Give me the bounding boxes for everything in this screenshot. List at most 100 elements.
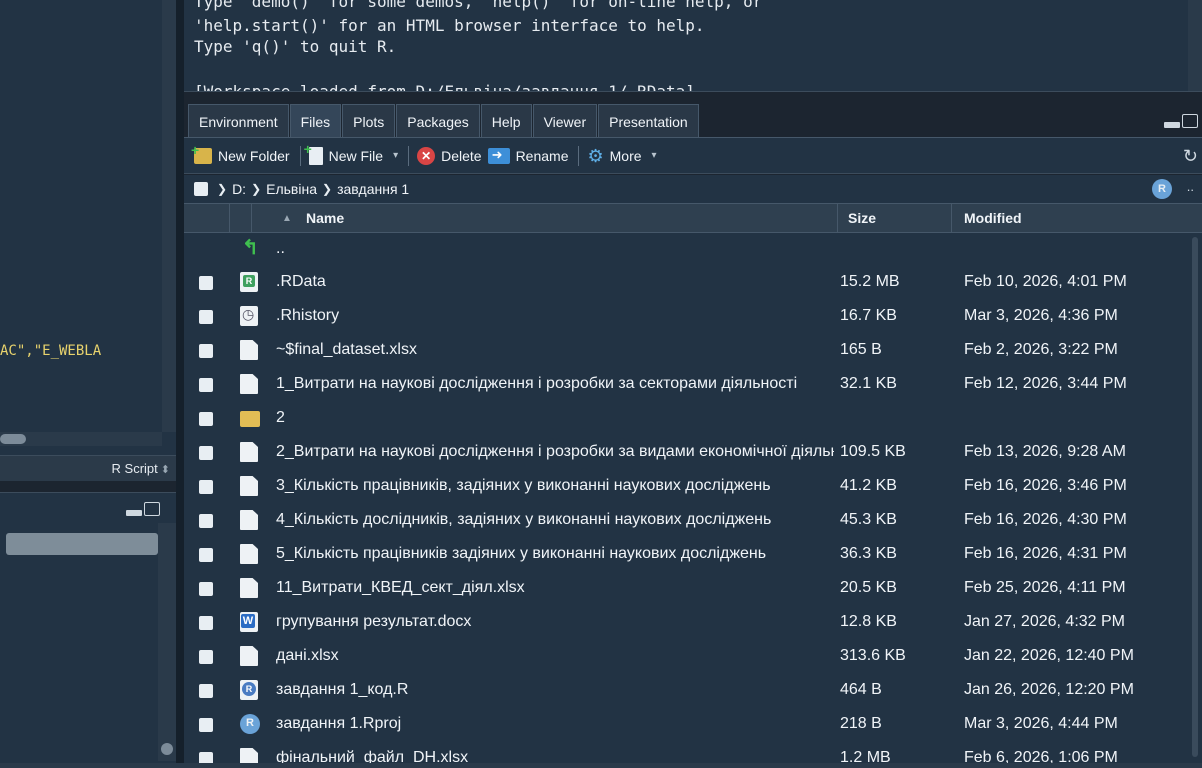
breadcrumb-folder[interactable]: завдання 1 xyxy=(337,181,409,197)
new-file-button[interactable]: New File ▾ xyxy=(304,141,405,169)
file-modified: Feb 2, 2026, 3:22 PM xyxy=(964,341,1118,358)
file-modified: Jan 26, 2026, 12:20 PM xyxy=(964,681,1134,698)
file-size: 464 B xyxy=(840,681,882,698)
row-checkbox[interactable] xyxy=(199,344,213,358)
file-row[interactable]: дані.xlsx 313.6 KB Jan 22, 2026, 12:40 PM xyxy=(184,640,1188,673)
file-name[interactable]: завдання 1.Rproj xyxy=(276,715,834,733)
file-row[interactable]: 2_Витрати на наукові дослідження і розро… xyxy=(184,436,1188,469)
header-checkbox-column xyxy=(184,204,230,233)
file-name[interactable]: дані.xlsx xyxy=(276,647,834,665)
file-row[interactable]: 11_Витрати_КВЕД_сект_діял.xlsx 20.5 KB Feb… xyxy=(184,572,1188,605)
rename-icon xyxy=(487,147,510,164)
header-modified[interactable]: Modified xyxy=(952,204,1202,233)
minimize-pane-icon[interactable] xyxy=(1164,122,1180,128)
script-type-selector[interactable]: R Script ⬍ xyxy=(112,461,170,476)
editor-vertical-scrollbar[interactable] xyxy=(162,0,176,432)
file-name[interactable]: 4_Кількість дослідників, задіяних у вико… xyxy=(276,511,834,529)
file-row[interactable]: ~$final_dataset.xlsx 165 B Feb 2, 2026, 3:… xyxy=(184,334,1188,367)
row-checkbox[interactable] xyxy=(199,514,213,528)
tab-plots[interactable]: Plots xyxy=(342,104,396,138)
row-checkbox[interactable] xyxy=(199,548,213,562)
project-icon[interactable]: R xyxy=(1152,179,1172,199)
tab-viewer[interactable]: Viewer xyxy=(532,104,598,138)
delete-button[interactable]: ✕ Delete xyxy=(417,143,487,169)
file-row[interactable]: 1_Витрати на наукові дослідження і розро… xyxy=(184,368,1188,401)
scroll-thumb[interactable] xyxy=(1192,237,1198,757)
tab-presentation[interactable]: Presentation xyxy=(598,104,699,138)
file-name[interactable]: 2 xyxy=(276,409,834,427)
file-icon xyxy=(240,646,258,666)
header-size[interactable]: Size xyxy=(838,204,952,233)
file-row[interactable]: .RData 15.2 MB Feb 10, 2026, 4:01 PM xyxy=(184,266,1188,299)
file-name[interactable]: ~$final_dataset.xlsx xyxy=(276,341,834,359)
file-icon xyxy=(240,578,258,598)
breadcrumb-drive[interactable]: D: xyxy=(232,181,246,197)
pane-input-bar[interactable] xyxy=(6,533,158,555)
new-folder-label: New Folder xyxy=(218,147,290,164)
files-scrollbar[interactable] xyxy=(1188,233,1202,768)
file-row[interactable]: 4_Кількість дослідників, задіяних у вико… xyxy=(184,504,1188,537)
tab-packages[interactable]: Packages xyxy=(396,104,480,138)
file-row[interactable]: завдання 1.Rproj 218 B Mar 3, 2026, 4:44 P… xyxy=(184,708,1188,741)
select-all-checkbox[interactable] xyxy=(194,182,208,196)
code-line-fragment[interactable]: AC","E_WEBLA xyxy=(0,343,160,359)
breadcrumb-more[interactable]: .. xyxy=(1187,179,1194,194)
file-name[interactable]: 1_Витрати на наукові дослідження і розро… xyxy=(276,375,834,393)
parent-directory-row[interactable]: ↰ .. xyxy=(184,233,1188,266)
file-name[interactable]: 3_Кількість працівників, задіяних у вико… xyxy=(276,477,834,495)
file-name[interactable]: 11_Витрати_КВЕД_сект_діял.xlsx xyxy=(276,579,834,597)
file-name[interactable]: 2_Витрати на наукові дослідження і розро… xyxy=(276,443,834,461)
breadcrumb: ❯ D: ❯ Ельвіна ❯ завдання 1 R .. xyxy=(184,175,1202,203)
tab-help[interactable]: Help xyxy=(480,104,532,138)
console-scrollbar[interactable] xyxy=(1188,0,1202,91)
pane-splitter[interactable] xyxy=(176,0,184,768)
file-icon xyxy=(240,510,258,530)
file-name[interactable]: групування результат.docx xyxy=(276,613,834,631)
file-name[interactable]: .Rhistory xyxy=(276,307,834,325)
row-checkbox[interactable] xyxy=(199,310,213,324)
file-icon xyxy=(240,476,258,496)
tab-files[interactable]: Files xyxy=(289,104,342,138)
scroll-thumb[interactable] xyxy=(161,743,173,755)
file-row[interactable]: .Rhistory 16.7 KB Mar 3, 2026, 4:36 PM xyxy=(184,300,1188,333)
file-row[interactable]: 2 xyxy=(184,402,1188,435)
new-folder-button[interactable]: New Folder xyxy=(191,142,296,169)
source-editor-pane[interactable]: AC","E_WEBLA xyxy=(0,0,176,460)
editor-horizontal-scrollbar[interactable] xyxy=(0,432,162,446)
console-output[interactable]: Type 'demo()' for some demos, 'help()' f… xyxy=(184,0,1202,92)
breadcrumb-folder[interactable]: Ельвіна xyxy=(266,181,317,197)
file-row[interactable]: 5_Кількість працівників задіяних у викон… xyxy=(184,538,1188,571)
row-checkbox[interactable] xyxy=(199,446,213,460)
new-file-label: New File xyxy=(328,147,384,164)
minimize-pane-icon[interactable] xyxy=(126,510,142,516)
rename-button[interactable]: Rename xyxy=(487,143,575,169)
maximize-pane-icon[interactable] xyxy=(144,502,160,516)
row-checkbox[interactable] xyxy=(199,650,213,664)
file-name[interactable]: 5_Кількість працівників задіяних у викон… xyxy=(276,545,834,563)
row-checkbox[interactable] xyxy=(199,276,213,290)
row-checkbox[interactable] xyxy=(199,616,213,630)
file-row[interactable]: завдання 1_код.R 464 B Jan 26, 2026, 12:20… xyxy=(184,674,1188,707)
row-checkbox[interactable] xyxy=(199,718,213,732)
history-icon xyxy=(240,306,258,326)
maximize-pane-icon[interactable] xyxy=(1182,114,1198,128)
tab-environment[interactable]: Environment xyxy=(188,104,289,138)
file-name[interactable]: .RData xyxy=(276,273,834,291)
refresh-icon[interactable]: ↻ xyxy=(1183,146,1198,167)
lower-pane-scrollbar[interactable] xyxy=(158,523,176,761)
row-checkbox[interactable] xyxy=(199,684,213,698)
more-button[interactable]: ⚙ More ▾ xyxy=(587,143,662,169)
file-name[interactable]: завдання 1_код.R xyxy=(276,681,834,699)
scroll-thumb[interactable] xyxy=(0,434,26,444)
row-checkbox[interactable] xyxy=(199,480,213,494)
row-checkbox[interactable] xyxy=(199,378,213,392)
folder-icon xyxy=(240,411,260,427)
header-name[interactable]: ▲ Name xyxy=(252,204,838,233)
row-checkbox[interactable] xyxy=(199,582,213,596)
file-size: 41.2 KB xyxy=(840,477,897,494)
file-icon xyxy=(240,374,258,394)
file-row[interactable]: групування результат.docx 12.8 KB Jan 27, … xyxy=(184,606,1188,639)
file-row[interactable]: 3_Кількість працівників, задіяних у вико… xyxy=(184,470,1188,503)
row-checkbox[interactable] xyxy=(199,412,213,426)
file-size: 32.1 KB xyxy=(840,375,897,392)
